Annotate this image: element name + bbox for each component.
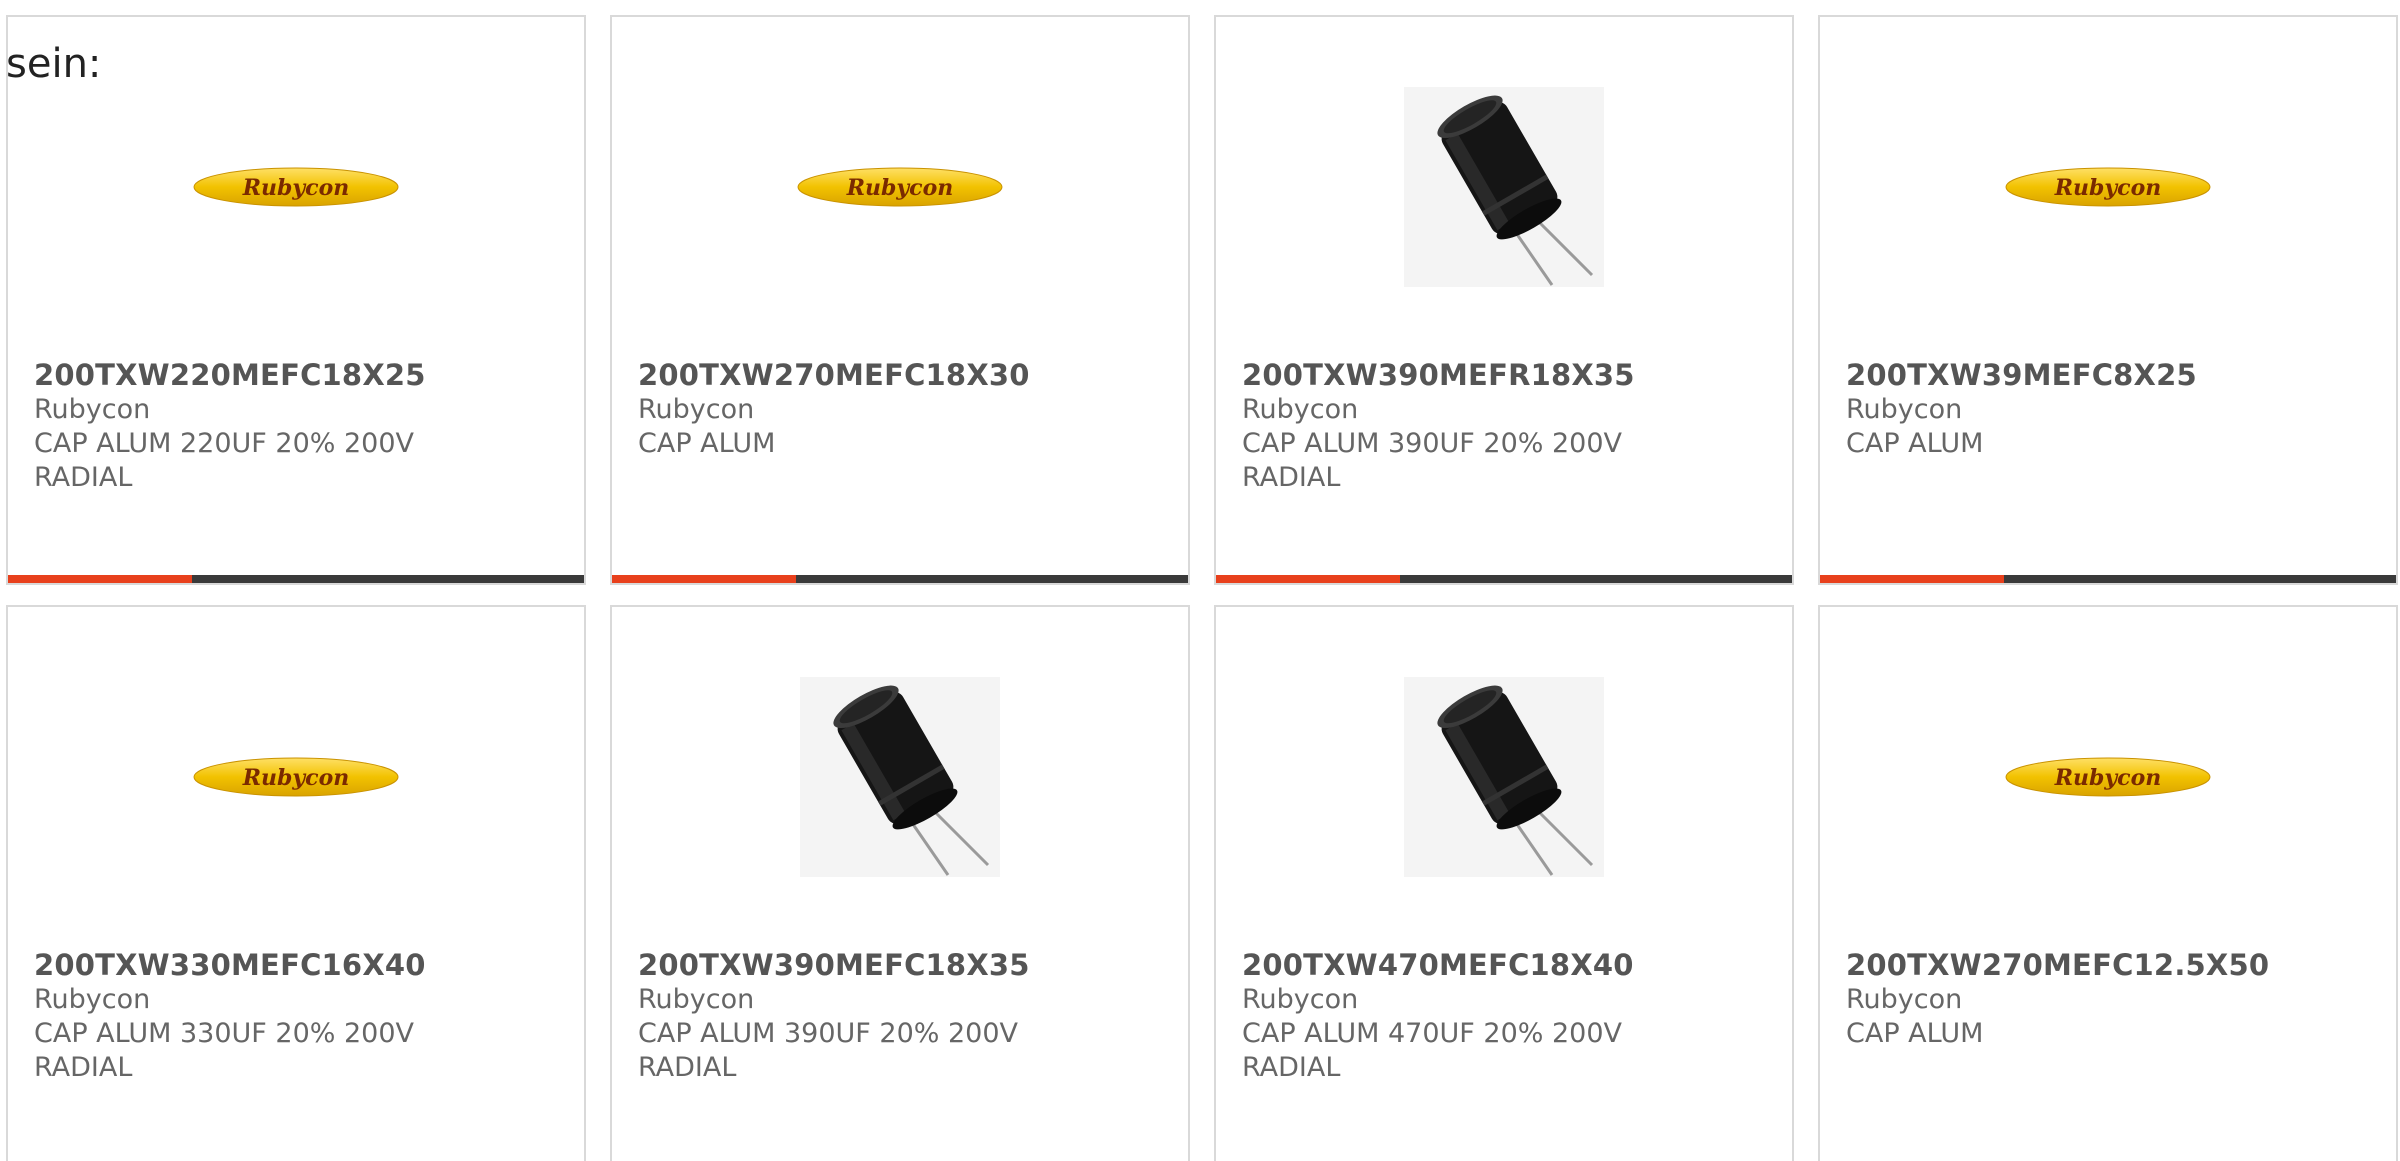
product-description: CAP ALUM xyxy=(638,428,776,459)
progress-fill xyxy=(8,575,193,583)
product-image[interactable]: Rubycon xyxy=(1820,667,2396,887)
progress-bar xyxy=(8,575,584,583)
product-card[interactable]: Rubycon 200TXW39MEFC8X25 Rubycon CAP ALU… xyxy=(1818,15,2398,585)
product-card[interactable]: 200TXW390MEFC18X35 Rubycon CAP ALUM 390U… xyxy=(610,605,1190,1161)
product-description: CAP ALUM 390UF 20% 200V RADIAL xyxy=(638,1018,1019,1083)
product-image[interactable]: Rubycon xyxy=(1820,77,2396,297)
part-number-link[interactable]: 200TXW220MEFC18X25 xyxy=(34,357,564,393)
rubycon-logo-icon: Rubycon xyxy=(2005,167,2211,207)
product-card[interactable]: Rubycon 200TXW270MEFC18X30 Rubycon CAP A… xyxy=(610,15,1190,585)
logo-text: Rubycon xyxy=(242,175,350,201)
manufacturer-name: Rubycon xyxy=(1242,394,1359,425)
rubycon-logo-icon: Rubycon xyxy=(2005,757,2211,797)
manufacturer-name: Rubycon xyxy=(1846,984,1963,1015)
product-description: CAP ALUM 330UF 20% 200V RADIAL xyxy=(34,1018,415,1083)
product-image[interactable] xyxy=(1216,667,1792,887)
rubycon-logo-icon: Rubycon xyxy=(797,167,1003,207)
product-description: CAP ALUM 220UF 20% 200V RADIAL xyxy=(34,428,415,493)
progress-bar xyxy=(1820,575,2396,583)
capacitor-photo-icon xyxy=(800,677,1000,877)
product-image[interactable]: Rubycon xyxy=(8,667,584,887)
part-number-link[interactable]: 200TXW470MEFC18X40 xyxy=(1242,947,1772,983)
part-number-link[interactable]: 200TXW390MEFC18X35 xyxy=(638,947,1168,983)
product-info: 200TXW390MEFC18X35 Rubycon CAP ALUM 390U… xyxy=(638,947,1168,1085)
product-card[interactable]: 200TXW390MEFR18X35 Rubycon CAP ALUM 390U… xyxy=(1214,15,1794,585)
product-card[interactable]: 200TXW470MEFC18X40 Rubycon CAP ALUM 470U… xyxy=(1214,605,1794,1161)
part-number-link[interactable]: 200TXW390MEFR18X35 xyxy=(1242,357,1772,393)
product-card[interactable]: Rubycon 200TXW270MEFC12.5X50 Rubycon CAP… xyxy=(1818,605,2398,1161)
product-description: CAP ALUM 470UF 20% 200V RADIAL xyxy=(1242,1018,1623,1083)
progress-bar xyxy=(612,575,1188,583)
part-number-link[interactable]: 200TXW330MEFC16X40 xyxy=(34,947,564,983)
product-description: CAP ALUM 390UF 20% 200V RADIAL xyxy=(1242,428,1623,493)
part-number-link[interactable]: 200TXW270MEFC12.5X50 xyxy=(1846,947,2376,983)
product-info: 200TXW330MEFC16X40 Rubycon CAP ALUM 330U… xyxy=(34,947,564,1085)
manufacturer-name: Rubycon xyxy=(638,984,755,1015)
progress-fill xyxy=(1216,575,1401,583)
product-info: 200TXW390MEFR18X35 Rubycon CAP ALUM 390U… xyxy=(1242,357,1772,495)
product-info: 200TXW270MEFC12.5X50 Rubycon CAP ALUM xyxy=(1846,947,2376,1051)
product-image[interactable] xyxy=(1216,77,1792,297)
manufacturer-name: Rubycon xyxy=(1242,984,1359,1015)
logo-text: Rubycon xyxy=(2054,765,2162,791)
product-info: 200TXW470MEFC18X40 Rubycon CAP ALUM 470U… xyxy=(1242,947,1772,1085)
product-image[interactable]: Rubycon xyxy=(8,77,584,297)
part-number-link[interactable]: 200TXW39MEFC8X25 xyxy=(1846,357,2376,393)
product-card[interactable]: Rubycon 200TXW330MEFC16X40 Rubycon CAP A… xyxy=(6,605,586,1161)
product-image[interactable] xyxy=(612,667,1188,887)
product-info: 200TXW270MEFC18X30 Rubycon CAP ALUM xyxy=(638,357,1168,461)
progress-fill xyxy=(612,575,797,583)
product-card[interactable]: Rubycon 200TXW220MEFC18X25 Rubycon CAP A… xyxy=(6,15,586,585)
manufacturer-name: Rubycon xyxy=(34,394,151,425)
manufacturer-name: Rubycon xyxy=(34,984,151,1015)
rubycon-logo-icon: Rubycon xyxy=(193,167,399,207)
product-info: 200TXW39MEFC8X25 Rubycon CAP ALUM xyxy=(1846,357,2376,461)
progress-bar xyxy=(1216,575,1792,583)
product-description: CAP ALUM xyxy=(1846,428,1984,459)
product-description: CAP ALUM xyxy=(1846,1018,1984,1049)
product-info: 200TXW220MEFC18X25 Rubycon CAP ALUM 220U… xyxy=(34,357,564,495)
intro-text: sein: xyxy=(6,41,102,87)
product-grid-page: sein: Rubycon 200TXW220MEFC18X25 Rubycon… xyxy=(0,0,2400,1161)
product-image[interactable]: Rubycon xyxy=(612,77,1188,297)
capacitor-photo-icon xyxy=(1404,87,1604,287)
logo-text: Rubycon xyxy=(242,765,350,791)
part-number-link[interactable]: 200TXW270MEFC18X30 xyxy=(638,357,1168,393)
capacitor-photo-icon xyxy=(1404,677,1604,877)
manufacturer-name: Rubycon xyxy=(638,394,755,425)
progress-fill xyxy=(1820,575,2005,583)
manufacturer-name: Rubycon xyxy=(1846,394,1963,425)
logo-text: Rubycon xyxy=(846,175,954,201)
rubycon-logo-icon: Rubycon xyxy=(193,757,399,797)
logo-text: Rubycon xyxy=(2054,175,2162,201)
